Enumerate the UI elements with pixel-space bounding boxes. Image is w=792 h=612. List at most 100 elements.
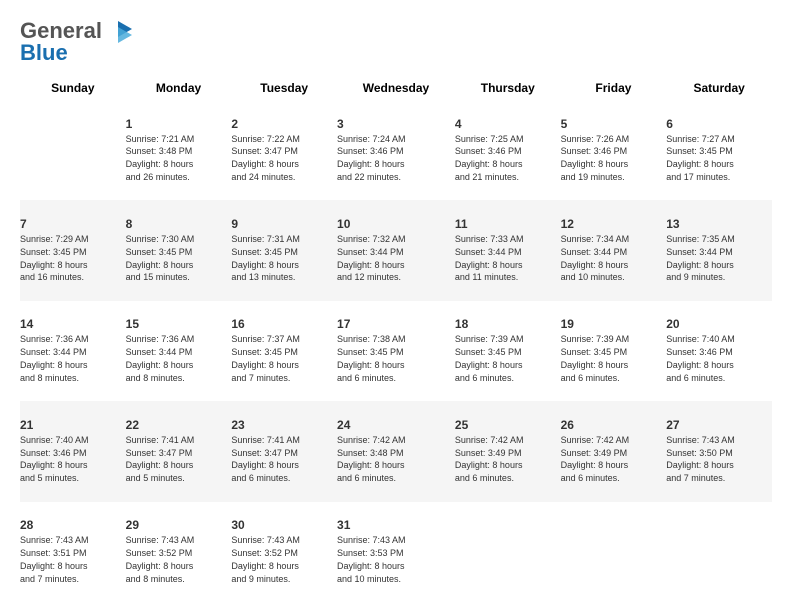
- day-number: 6: [666, 117, 772, 131]
- calendar-cell: 1Sunrise: 7:21 AMSunset: 3:48 PMDaylight…: [126, 100, 232, 200]
- calendar-cell: 18Sunrise: 7:39 AMSunset: 3:45 PMDayligh…: [455, 301, 561, 401]
- header-monday: Monday: [126, 76, 232, 100]
- calendar-cell: [455, 502, 561, 602]
- sunrise-info: Sunrise: 7:43 AM: [337, 534, 455, 547]
- day-info: Sunrise: 7:25 AMSunset: 3:46 PMDaylight:…: [455, 133, 561, 184]
- day-number: 30: [231, 518, 337, 532]
- day-number: 11: [455, 217, 561, 231]
- info-continuation: and 24 minutes.: [231, 171, 337, 184]
- logo-blue: Blue: [20, 40, 68, 65]
- day-number: 25: [455, 418, 561, 432]
- info-continuation: and 7 minutes.: [666, 472, 772, 485]
- day-number: 27: [666, 418, 772, 432]
- info-continuation: and 6 minutes.: [455, 372, 561, 385]
- info-continuation: and 21 minutes.: [455, 171, 561, 184]
- calendar-cell: 12Sunrise: 7:34 AMSunset: 3:44 PMDayligh…: [561, 200, 667, 300]
- calendar-cell: 28 Sunrise: 7:43 AMSunset: 3:51 PMDayligh…: [20, 502, 126, 602]
- day-number: 28: [20, 518, 126, 532]
- daylight-hours: Daylight: 8 hours: [455, 158, 561, 171]
- daylight-hours: Daylight: 8 hours: [231, 359, 337, 372]
- calendar-body: 1Sunrise: 7:21 AMSunset: 3:48 PMDaylight…: [20, 100, 772, 602]
- sunrise-info: Sunrise: 7:34 AM: [561, 233, 667, 246]
- daylight-hours: Daylight: 8 hours: [231, 259, 337, 272]
- calendar-cell: 9Sunrise: 7:31 AMSunset: 3:45 PMDaylight…: [231, 200, 337, 300]
- sunrise-info: Sunrise: 7:36 AM: [126, 333, 232, 346]
- info-continuation: and 6 minutes.: [455, 472, 561, 485]
- day-number: 21: [20, 418, 126, 432]
- sunset-info: Sunset: 3:47 PM: [126, 447, 232, 460]
- sunrise-info: Sunrise: 7:37 AM: [231, 333, 337, 346]
- daylight-hours: Daylight: 8 hours: [666, 158, 772, 171]
- sunrise-info: Sunrise: 7:41 AM: [231, 434, 337, 447]
- week-row-4: 21Sunrise: 7:40 AMSunset: 3:46 PMDayligh…: [20, 401, 772, 501]
- logo-bird-icon: [102, 19, 134, 43]
- sunrise-info: Sunrise: 7:33 AM: [455, 233, 561, 246]
- day-info: Sunrise: 7:43 AMSunset: 3:51 PMDaylight:…: [20, 534, 126, 585]
- sunset-info: Sunset: 3:48 PM: [126, 145, 232, 158]
- day-info: Sunrise: 7:36 AMSunset: 3:44 PMDaylight:…: [20, 333, 126, 384]
- sunset-info: Sunset: 3:51 PM: [20, 547, 126, 560]
- calendar-cell: 23Sunrise: 7:41 AMSunset: 3:47 PMDayligh…: [231, 401, 337, 501]
- info-continuation: and 6 minutes.: [561, 372, 667, 385]
- calendar-cell: 22Sunrise: 7:41 AMSunset: 3:47 PMDayligh…: [126, 401, 232, 501]
- calendar-cell: 15Sunrise: 7:36 AMSunset: 3:44 PMDayligh…: [126, 301, 232, 401]
- sunset-info: Sunset: 3:52 PM: [231, 547, 337, 560]
- daylight-hours: Daylight: 8 hours: [561, 359, 667, 372]
- sunrise-info: Sunrise: 7:21 AM: [126, 133, 232, 146]
- sunrise-info: Sunrise: 7:36 AM: [20, 333, 126, 346]
- calendar-cell: 24Sunrise: 7:42 AMSunset: 3:48 PMDayligh…: [337, 401, 455, 501]
- sunrise-info: Sunrise: 7:41 AM: [126, 434, 232, 447]
- day-number: 17: [337, 317, 455, 331]
- week-row-3: 14Sunrise: 7:36 AMSunset: 3:44 PMDayligh…: [20, 301, 772, 401]
- day-number: 15: [126, 317, 232, 331]
- sunset-info: Sunset: 3:50 PM: [666, 447, 772, 460]
- calendar-cell: 26Sunrise: 7:42 AMSunset: 3:49 PMDayligh…: [561, 401, 667, 501]
- daylight-hours: Daylight: 8 hours: [20, 459, 126, 472]
- day-info: Sunrise: 7:39 AMSunset: 3:45 PMDaylight:…: [561, 333, 667, 384]
- day-info: Sunrise: 7:30 AMSunset: 3:45 PMDaylight:…: [126, 233, 232, 284]
- sunrise-info: Sunrise: 7:26 AM: [561, 133, 667, 146]
- calendar-cell: 31Sunrise: 7:43 AMSunset: 3:53 PMDayligh…: [337, 502, 455, 602]
- header-friday: Friday: [561, 76, 667, 100]
- daylight-hours: Daylight: 8 hours: [666, 359, 772, 372]
- day-number: 4: [455, 117, 561, 131]
- info-continuation: and 10 minutes.: [561, 271, 667, 284]
- info-continuation: and 12 minutes.: [337, 271, 455, 284]
- day-info: Sunrise: 7:32 AMSunset: 3:44 PMDaylight:…: [337, 233, 455, 284]
- sunset-info: Sunset: 3:49 PM: [455, 447, 561, 460]
- sunrise-info: Sunrise: 7:39 AM: [561, 333, 667, 346]
- daylight-hours: Daylight: 8 hours: [20, 259, 126, 272]
- day-number: 24: [337, 418, 455, 432]
- sunset-info: Sunset: 3:48 PM: [337, 447, 455, 460]
- sunset-info: Sunset: 3:45 PM: [455, 346, 561, 359]
- day-info: Sunrise: 7:40 AMSunset: 3:46 PMDaylight:…: [666, 333, 772, 384]
- daylight-hours: Daylight: 8 hours: [455, 359, 561, 372]
- day-info: Sunrise: 7:29 AMSunset: 3:45 PMDaylight:…: [20, 233, 126, 284]
- info-continuation: and 8 minutes.: [20, 372, 126, 385]
- calendar-cell: 29Sunrise: 7:43 AMSunset: 3:52 PMDayligh…: [126, 502, 232, 602]
- calendar-cell: [666, 502, 772, 602]
- daylight-hours: Daylight: 8 hours: [231, 459, 337, 472]
- info-continuation: and 6 minutes.: [561, 472, 667, 485]
- sunrise-info: Sunrise: 7:27 AM: [666, 133, 772, 146]
- day-number: 26: [561, 418, 667, 432]
- calendar-cell: 4 Sunrise: 7:25 AMSunset: 3:46 PMDaylight…: [455, 100, 561, 200]
- header-thursday: Thursday: [455, 76, 561, 100]
- day-number: 5: [561, 117, 667, 131]
- week-row-2: 7Sunrise: 7:29 AMSunset: 3:45 PMDaylight…: [20, 200, 772, 300]
- day-info: Sunrise: 7:43 AMSunset: 3:52 PMDaylight:…: [126, 534, 232, 585]
- info-continuation: and 10 minutes.: [337, 573, 455, 586]
- calendar-cell: 17Sunrise: 7:38 AMSunset: 3:45 PMDayligh…: [337, 301, 455, 401]
- info-continuation: and 11 minutes.: [455, 271, 561, 284]
- calendar-cell: 6Sunrise: 7:27 AMSunset: 3:45 PMDaylight…: [666, 100, 772, 200]
- sunset-info: Sunset: 3:52 PM: [126, 547, 232, 560]
- info-continuation: and 9 minutes.: [231, 573, 337, 586]
- sunrise-info: Sunrise: 7:42 AM: [337, 434, 455, 447]
- daylight-hours: Daylight: 8 hours: [126, 259, 232, 272]
- sunset-info: Sunset: 3:53 PM: [337, 547, 455, 560]
- day-info: Sunrise: 7:24 AMSunset: 3:46 PMDaylight:…: [337, 133, 455, 184]
- calendar-cell: 25Sunrise: 7:42 AMSunset: 3:49 PMDayligh…: [455, 401, 561, 501]
- sunrise-info: Sunrise: 7:40 AM: [20, 434, 126, 447]
- day-info: Sunrise: 7:41 AMSunset: 3:47 PMDaylight:…: [231, 434, 337, 485]
- day-number: 19: [561, 317, 667, 331]
